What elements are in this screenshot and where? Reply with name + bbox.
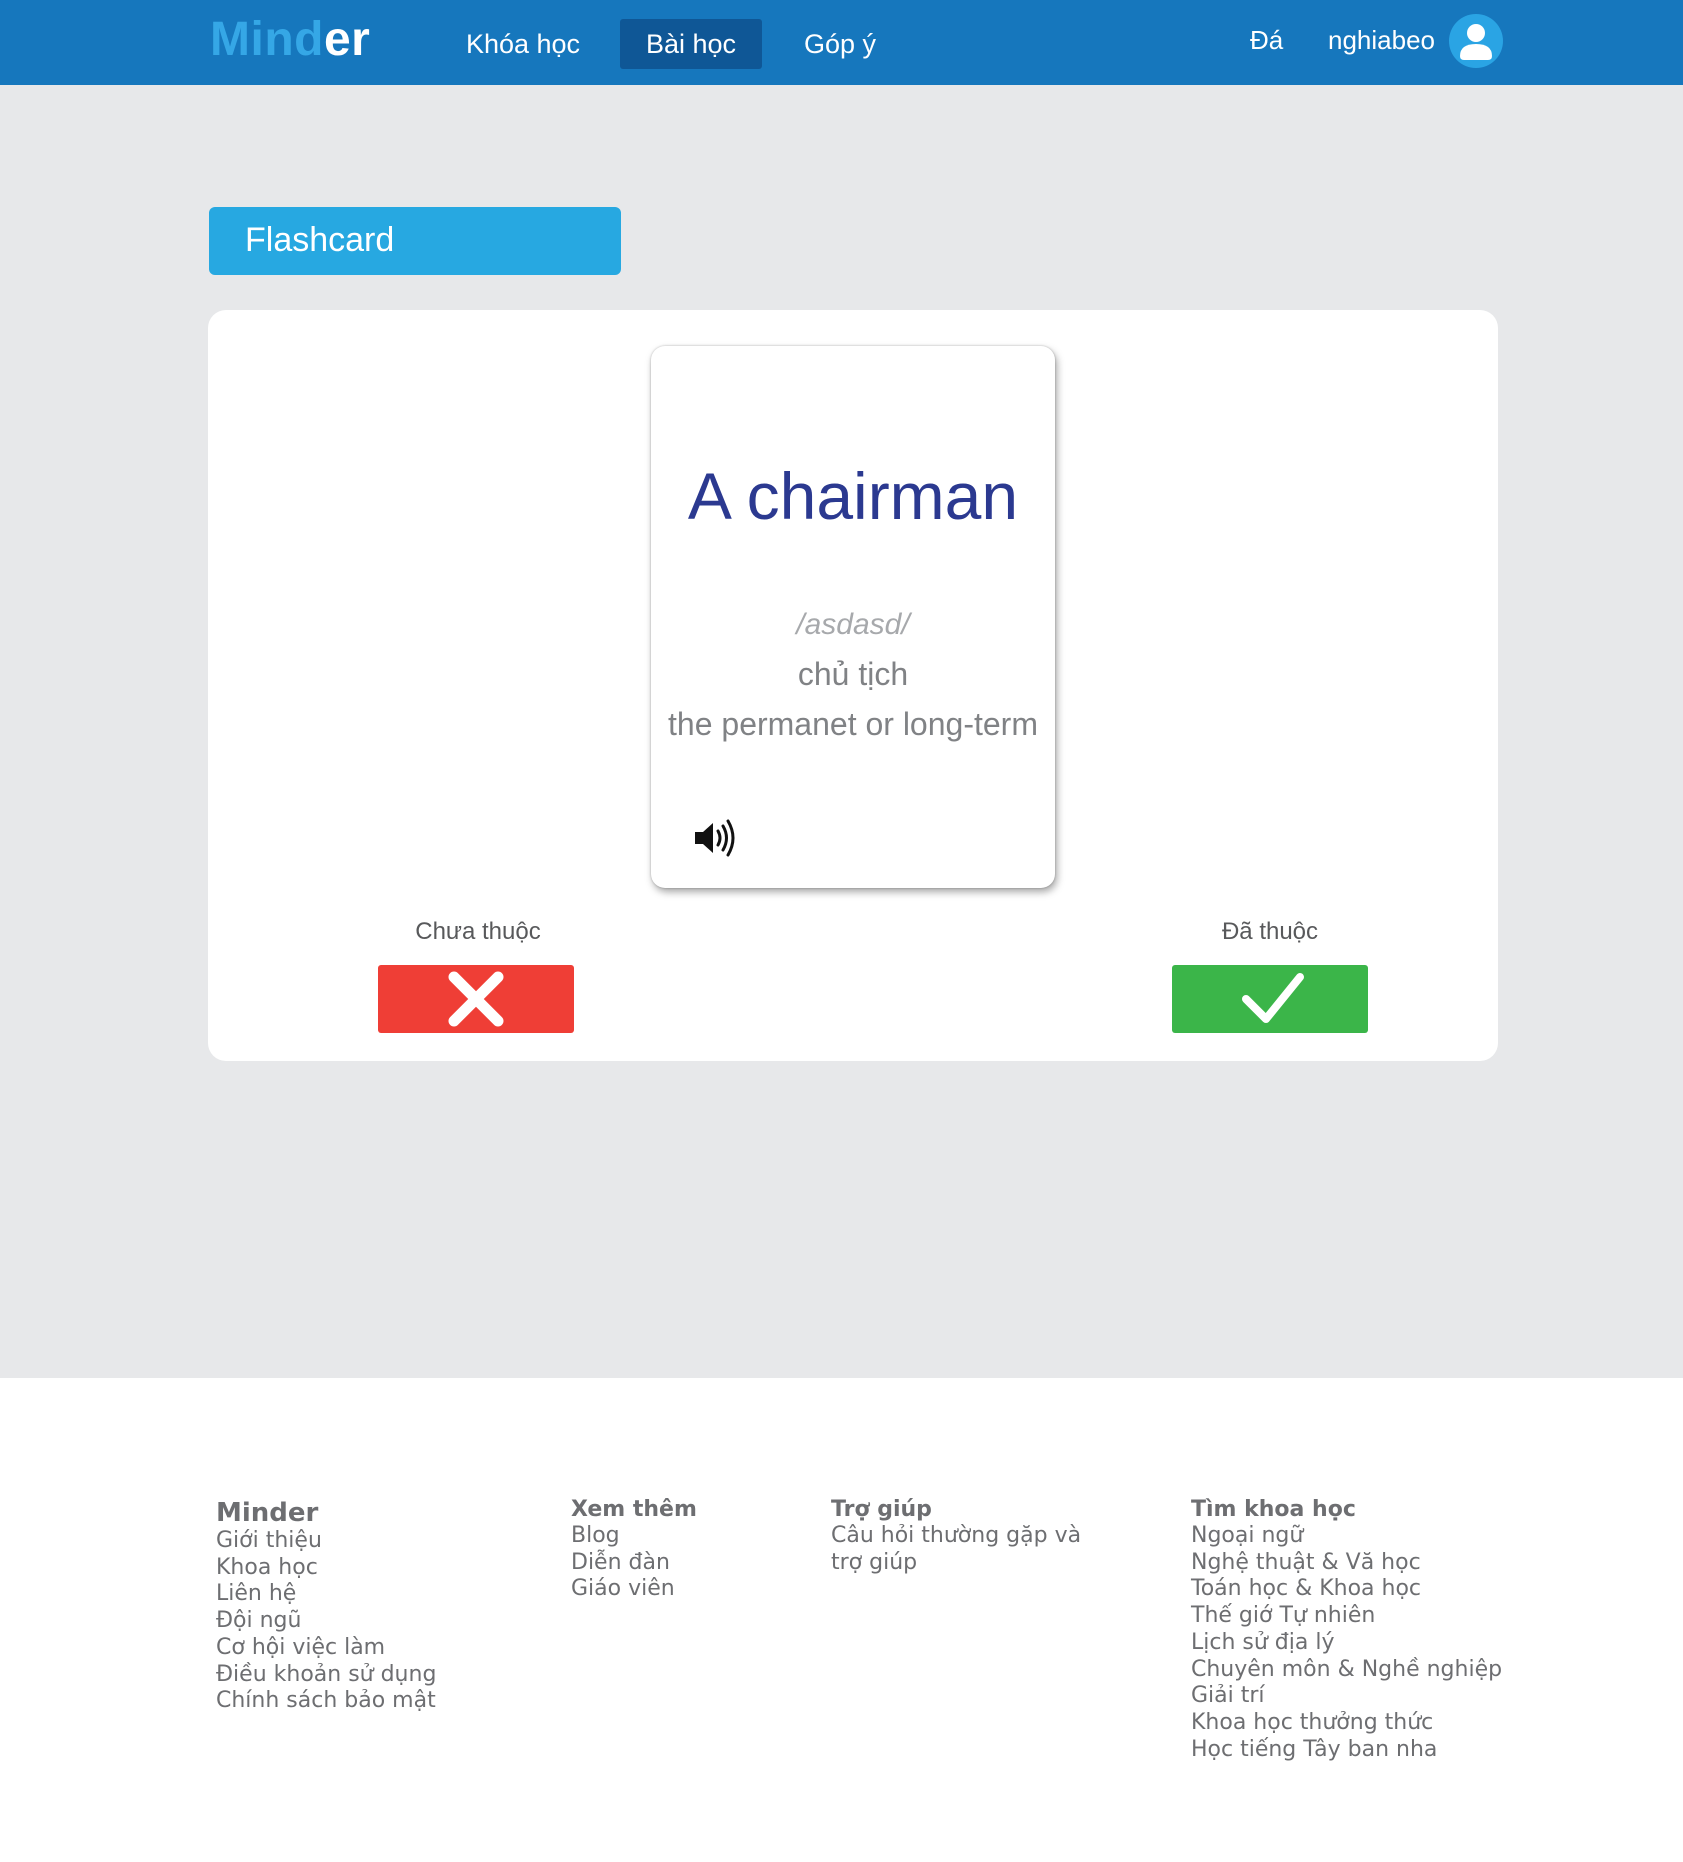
footer-col-find-courses: Tìm khoa học Ngoại ngữ Nghệ thuật & Vă h… xyxy=(1191,1496,1502,1763)
footer-link[interactable]: Diễn đàn xyxy=(571,1550,697,1577)
footer-link[interactable]: Giới thiệu xyxy=(216,1528,436,1555)
footer-link[interactable]: Điều khoản sử dụng xyxy=(216,1662,436,1689)
logo[interactable]: Minder xyxy=(210,12,370,67)
footer-link[interactable]: Thế giớ Tự nhiên xyxy=(1191,1603,1502,1630)
footer-link[interactable]: Lịch sử địa lý xyxy=(1191,1630,1502,1657)
username[interactable]: nghiabeo xyxy=(1328,18,1435,62)
footer-link[interactable]: Toán học & Khoa học xyxy=(1191,1576,1502,1603)
top-nav-bar: Minder Khóa học Bài học Góp ý Đá nghiabe… xyxy=(0,0,1683,85)
footer-link[interactable]: Chính sách bảo mật xyxy=(216,1688,436,1715)
footer-col-help: Trợ giúp Câu hỏi thường gặp và trợ giúp xyxy=(831,1496,1081,1576)
user-avatar-icon[interactable] xyxy=(1449,14,1503,68)
footer-link[interactable]: Đội ngũ xyxy=(216,1608,436,1635)
footer-link[interactable]: Ngoại ngữ xyxy=(1191,1523,1502,1550)
close-x-icon xyxy=(448,971,504,1027)
footer-heading: Trợ giúp xyxy=(831,1497,932,1522)
footer-link[interactable]: Nghệ thuật & Vă học xyxy=(1191,1550,1502,1577)
footer-link[interactable]: Blog xyxy=(571,1523,697,1550)
footer-col-minder: Minder Giới thiệu Khoa học Liên hệ Đội n… xyxy=(216,1498,436,1715)
footer-link[interactable]: Liên hệ xyxy=(216,1581,436,1608)
not-learned-button[interactable] xyxy=(378,965,574,1033)
footer-heading: Tìm khoa học xyxy=(1191,1497,1356,1522)
footer-link[interactable]: Chuyên môn & Nghề nghiệp xyxy=(1191,1657,1502,1684)
checkmark-icon xyxy=(1242,973,1304,1023)
known-label: Đã thuộc xyxy=(1221,918,1319,945)
nav-feedback[interactable]: Góp ý xyxy=(790,19,890,69)
footer-col-more: Xem thêm Blog Diễn đàn Giáo viên xyxy=(571,1496,697,1603)
speaker-icon[interactable] xyxy=(691,816,739,860)
footer-link[interactable]: Khoa học thưởng thức xyxy=(1191,1710,1502,1737)
footer-link[interactable]: Học tiếng Tây ban nha xyxy=(1191,1737,1502,1764)
footer-heading: Minder xyxy=(216,1498,319,1528)
learned-button[interactable] xyxy=(1172,965,1368,1033)
flashcard-word: A chairman xyxy=(687,459,1019,533)
footer-link[interactable]: trợ giúp xyxy=(831,1550,1081,1577)
footer-link[interactable]: Khoa học xyxy=(216,1555,436,1582)
footer-link[interactable]: Câu hỏi thường gặp và xyxy=(831,1523,1081,1550)
footer-link[interactable]: Giáo viên xyxy=(571,1576,697,1603)
stone-label[interactable]: Đá xyxy=(1250,18,1283,62)
flashcard-definition: the permanet or long-term xyxy=(668,706,1038,742)
nav-courses[interactable]: Khóa học xyxy=(453,19,593,69)
flashcard-meaning: chủ tịch xyxy=(797,656,909,692)
footer-heading: Xem thêm xyxy=(571,1497,697,1522)
page: Minder Khóa học Bài học Góp ý Đá nghiabe… xyxy=(0,0,1683,1862)
footer-link[interactable]: Cơ hội việc làm xyxy=(216,1635,436,1662)
flashcard[interactable]: A chairman /asdasd/ chủ tịch the permane… xyxy=(651,346,1055,888)
logo-part-1: Mind xyxy=(210,13,324,66)
nav-lessons[interactable]: Bài học xyxy=(620,19,762,69)
section-title: Flashcard xyxy=(209,207,621,275)
logo-part-2: er xyxy=(323,13,371,66)
footer-link[interactable]: Giải trí xyxy=(1191,1683,1502,1710)
flashcard-phonetic: /asdasd/ xyxy=(796,608,910,641)
unknown-label: Chưa thuộc xyxy=(415,918,541,945)
